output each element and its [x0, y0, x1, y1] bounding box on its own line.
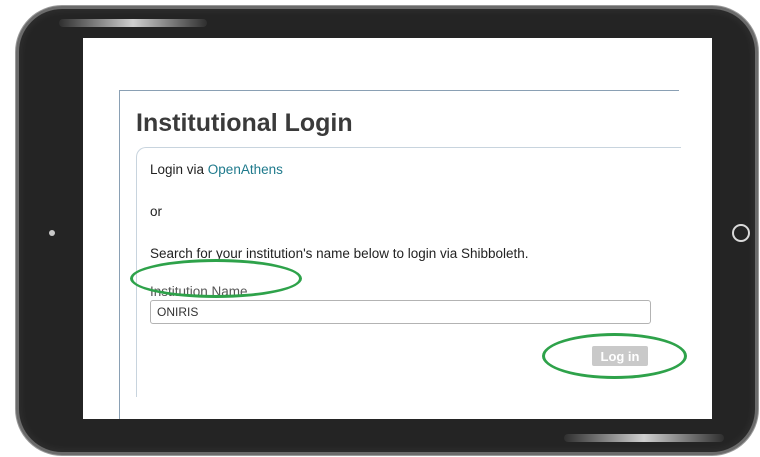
frame-highlight-top — [59, 19, 207, 27]
or-text: or — [150, 204, 163, 219]
openathens-line: Login via OpenAthens — [150, 162, 283, 177]
institution-name-label: Institution Name — [150, 284, 248, 299]
home-button[interactable] — [732, 224, 750, 242]
shibboleth-instructions: Search for your institution's name below… — [150, 246, 529, 261]
institution-name-input[interactable] — [150, 300, 651, 324]
frame-highlight-bottom — [564, 434, 724, 442]
tablet-screen: Institutional Login Login via OpenAthens… — [83, 38, 712, 419]
page-title: Institutional Login — [136, 109, 353, 137]
login-via-text: Login via — [150, 162, 208, 177]
openathens-link[interactable]: OpenAthens — [208, 162, 283, 177]
camera-icon — [49, 230, 55, 236]
login-options-box: Login via OpenAthens or Search for your … — [136, 147, 681, 397]
login-button[interactable]: Log in — [592, 346, 648, 366]
institutional-login-panel: Institutional Login Login via OpenAthens… — [119, 90, 681, 419]
